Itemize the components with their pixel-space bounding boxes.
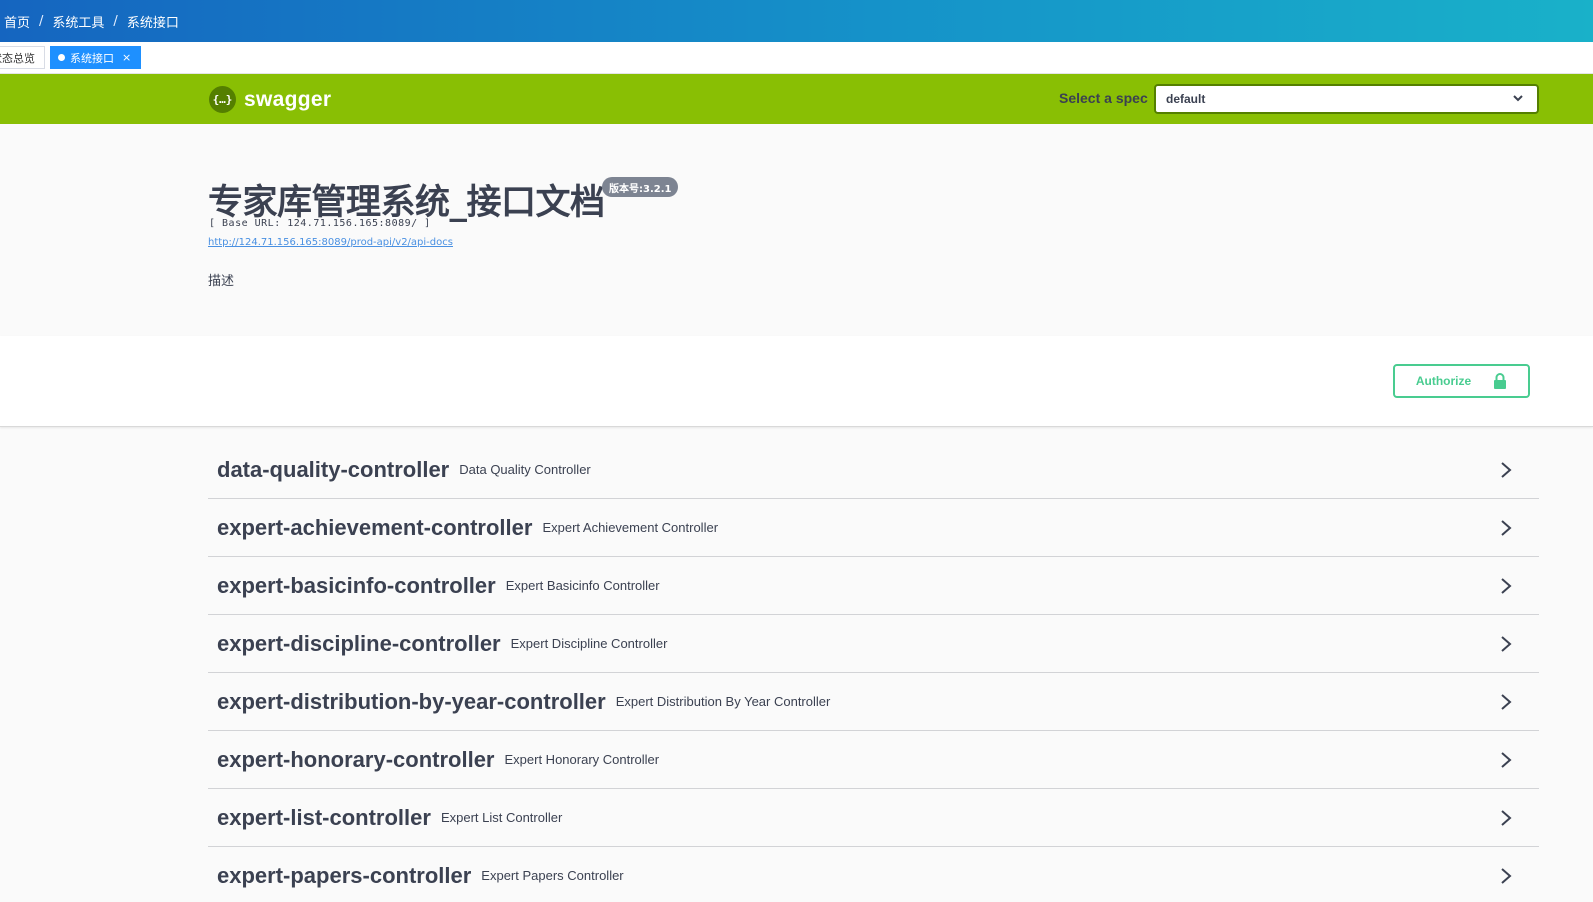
chevron-right-icon (1501, 752, 1512, 768)
chevron-right-icon (1501, 462, 1512, 478)
api-docs-link[interactable]: http://124.71.156.165:8089/prod-api/v2/a… (208, 237, 453, 248)
controller-name: expert-papers-controller (217, 862, 472, 888)
authorize-label: Authorize (1415, 374, 1472, 388)
controller-name: expert-discipline-controller (217, 630, 501, 656)
breadcrumb-system-api: 系统接口 (126, 15, 179, 31)
controller-description: Expert Basicinfo Controller (505, 578, 660, 593)
controller-description: Expert List Controller (440, 810, 563, 825)
swagger-logo-text: swagger (244, 87, 332, 111)
chevron-right-icon (1501, 578, 1512, 594)
controller-description: Expert Papers Controller (481, 868, 624, 883)
controller-description: Expert Achievement Controller (542, 520, 719, 535)
top-header: 首页 / 系统工具 / 系统接口 (0, 0, 1593, 42)
controller-row[interactable]: expert-basicinfo-controller Expert Basic… (208, 557, 1539, 615)
spec-select-label: Select a spec (1059, 90, 1148, 106)
breadcrumb-separator: / (113, 13, 118, 29)
breadcrumb-separator: / (39, 13, 44, 29)
api-info-section: 专家库管理系统_接口文档 版本号:3.2.1 [ Base URL: 124.7… (0, 124, 1593, 336)
chevron-down-icon (1513, 95, 1523, 102)
controller-row[interactable]: expert-discipline-controller Expert Disc… (208, 615, 1539, 673)
swagger-logo-icon: {…} (209, 86, 236, 113)
lock-icon (1494, 373, 1507, 389)
breadcrumb-home[interactable]: 首页 (4, 12, 30, 31)
controller-name: expert-achievement-controller (217, 514, 533, 540)
authorize-button[interactable]: Authorize (1393, 364, 1530, 398)
chevron-right-icon (1501, 868, 1512, 884)
swagger-logo[interactable]: {…} swagger (209, 86, 331, 113)
spec-select[interactable]: default (1154, 84, 1539, 114)
controller-row[interactable]: expert-honorary-controller Expert Honora… (208, 731, 1539, 789)
scheme-container: Authorize (0, 336, 1593, 427)
controller-description: Data Quality Controller (459, 462, 591, 477)
tag-system-api[interactable]: 系统接口 × (50, 46, 141, 69)
controller-name: data-quality-controller (217, 456, 450, 482)
tag-label: 状态总览 (0, 51, 35, 65)
controller-row[interactable]: expert-list-controller Expert List Contr… (208, 789, 1539, 847)
chevron-right-icon (1501, 694, 1512, 710)
tags-view-bar: 状态总览 系统接口 × (0, 42, 1593, 74)
spec-select-value: default (1166, 92, 1206, 106)
controller-row[interactable]: expert-papers-controller Expert Papers C… (208, 847, 1539, 902)
controller-description: Expert Discipline Controller (510, 636, 668, 651)
controller-name: expert-distribution-by-year-controller (217, 688, 606, 714)
swagger-topbar: {…} swagger Select a spec default (0, 74, 1593, 124)
base-url: [ Base URL: 124.71.156.165:8089/ ] (209, 218, 431, 229)
tag-status-overview[interactable]: 状态总览 (0, 46, 45, 69)
close-icon[interactable]: × (122, 51, 131, 64)
controller-list: data-quality-controller Data Quality Con… (208, 441, 1539, 902)
controller-name: expert-list-controller (217, 804, 431, 830)
controller-description: Expert Distribution By Year Controller (615, 694, 831, 709)
chevron-right-icon (1501, 810, 1512, 826)
controller-row[interactable]: expert-achievement-controller Expert Ach… (208, 499, 1539, 557)
controller-name: expert-basicinfo-controller (217, 572, 496, 598)
controller-description: Expert Honorary Controller (504, 752, 660, 767)
controller-row[interactable]: data-quality-controller Data Quality Con… (208, 441, 1539, 499)
tag-label: 系统接口 (70, 51, 114, 65)
chevron-right-icon (1501, 636, 1512, 652)
controller-row[interactable]: expert-distribution-by-year-controller E… (208, 673, 1539, 731)
breadcrumb-system-tools[interactable]: 系统工具 (52, 12, 104, 31)
version-badge: 版本号:3.2.1 (602, 177, 679, 197)
controller-name: expert-honorary-controller (217, 746, 495, 772)
chevron-right-icon (1501, 520, 1512, 536)
active-dot-icon (58, 54, 65, 61)
api-description: 描述 (208, 274, 235, 289)
